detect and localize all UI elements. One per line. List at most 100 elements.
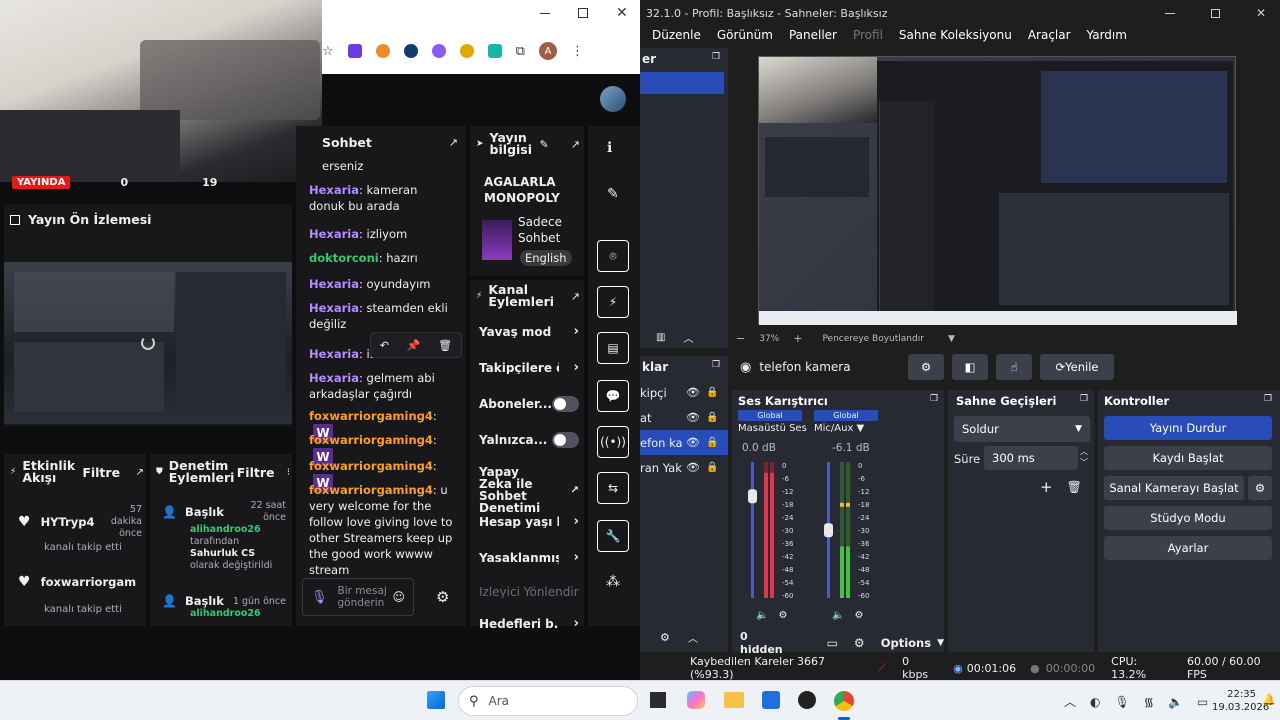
volume-meter[interactable]: 0 -6 -12 -18 -24 -30 -36 -42 -48 -54 -60 xyxy=(808,460,884,610)
store-icon[interactable] xyxy=(762,691,780,709)
obs-menu-item[interactable]: Düzenle xyxy=(652,28,701,42)
ad-button[interactable]: ⚡ xyxy=(597,286,629,318)
broadcast-button[interactable]: ((•)) xyxy=(597,426,629,458)
puzzle-icon[interactable]: ⧉ xyxy=(516,44,525,59)
zoom-out-icon[interactable]: − xyxy=(736,332,745,345)
source-filters-button[interactable]: ◧ xyxy=(952,354,988,380)
extension-icon-5[interactable] xyxy=(459,44,474,58)
tray-chevron-icon[interactable]: ︿ xyxy=(1064,693,1076,710)
start-recording-button[interactable]: Kaydı Başlat xyxy=(1104,446,1272,470)
chevron-down-icon[interactable]: ▼ xyxy=(937,638,944,648)
popout-icon[interactable]: ↗ xyxy=(571,138,580,151)
wifi-icon[interactable]: ᯾ xyxy=(1144,693,1154,710)
channel-action-item[interactable]: Takipçilere öz › xyxy=(479,360,579,375)
window-fit-select[interactable]: Pencereye Boyutlandır xyxy=(822,334,923,344)
popout-icon[interactable]: ↗ xyxy=(449,136,458,149)
channel-name[interactable]: Mic/Aux ▼ xyxy=(814,423,884,434)
speaker-icon[interactable]: 🔈 xyxy=(832,610,844,621)
task-view-icon[interactable] xyxy=(650,692,666,708)
virtual-camera-settings-button[interactable]: ⚙ xyxy=(1248,476,1272,500)
source-item[interactable]: at 👁 🔒 xyxy=(640,405,728,430)
stepper-arrows-icon[interactable]: ︿ ﹀ xyxy=(1080,446,1088,468)
activity-user[interactable]: HYTryp4 xyxy=(41,515,95,529)
maximize-icon[interactable] xyxy=(1210,8,1220,18)
battery-icon[interactable]: ▭ xyxy=(1197,695,1208,709)
star-icon[interactable]: ☆ xyxy=(322,44,334,59)
pencil-icon[interactable]: ✎ xyxy=(540,138,549,151)
moderation-user[interactable]: alihandroo26 xyxy=(190,524,286,536)
refresh-button[interactable]: ⟳ Yenile xyxy=(1040,354,1114,380)
more-actions-icon[interactable]: ⁂ xyxy=(606,574,620,590)
zoom-in-icon[interactable]: + xyxy=(793,332,802,345)
channel-action-item[interactable]: Yapay Zeka ile Sohbet Denetimi ↗ xyxy=(479,466,579,514)
volume-icon[interactable]: 🔈 xyxy=(1168,695,1183,709)
dock-float-icon[interactable]: ❐ xyxy=(930,394,938,404)
taskbar-clock[interactable]: 22:35 19.03.2026 xyxy=(1212,688,1269,714)
close-icon[interactable]: ✕ xyxy=(616,6,628,20)
extension-icon-6[interactable] xyxy=(487,44,502,58)
extension-icon-1[interactable] xyxy=(347,44,362,58)
trash-icon[interactable]: 🗑 xyxy=(438,339,452,352)
clip-button[interactable]: ⌾ xyxy=(597,240,629,272)
stop-stream-button[interactable]: Yayını Durdur xyxy=(1104,416,1272,440)
emoji-icon[interactable]: ☺ xyxy=(392,590,405,604)
file-explorer-icon[interactable] xyxy=(724,692,744,708)
chat-username[interactable]: Hexaria xyxy=(309,183,359,197)
user-avatar[interactable] xyxy=(600,86,626,112)
settings-button[interactable]: Ayarlar xyxy=(1104,536,1272,560)
obs-menu-item[interactable]: Araçlar xyxy=(1028,28,1071,42)
maximize-icon[interactable] xyxy=(578,8,588,18)
metamask-icon[interactable] xyxy=(375,44,390,58)
duration-stepper[interactable]: 300 ms xyxy=(984,446,1078,470)
studio-mode-button[interactable]: Stüdyo Modu xyxy=(1104,506,1272,530)
obs-preview[interactable] xyxy=(734,48,1280,330)
moderation-user[interactable]: alihandroo26 xyxy=(190,608,286,619)
channel-action-item[interactable]: Hedefleri b... › xyxy=(479,616,579,631)
channel-settings-icon[interactable]: ⚙ xyxy=(778,610,787,621)
source-item[interactable]: ran Yak 👁 🔒 xyxy=(640,455,728,480)
channel-action-item[interactable]: Yalnızca... xyxy=(479,432,579,448)
mixer-options-button[interactable]: Options xyxy=(881,636,931,650)
microphone-icon[interactable]: 🎙 xyxy=(1115,695,1130,709)
obs-menu-item[interactable]: Paneller xyxy=(789,28,837,42)
transition-select[interactable]: Soldur ▼ xyxy=(954,416,1090,442)
obs-app-icon[interactable] xyxy=(798,691,816,709)
profile-avatar[interactable]: A xyxy=(538,42,557,60)
eye-icon[interactable]: 👁 xyxy=(686,436,700,449)
lock-icon[interactable]: 🔒 xyxy=(706,412,718,423)
speaker-icon[interactable]: 🔈 xyxy=(756,610,768,621)
activity-user[interactable]: foxwarriorgamir xyxy=(41,575,137,589)
category-name[interactable]: Sadece Sohbet xyxy=(518,214,578,246)
chevron-up-icon[interactable]: ︿ xyxy=(688,630,698,645)
scene-item-selected[interactable] xyxy=(640,72,724,94)
dock-float-icon[interactable]: ❐ xyxy=(1264,394,1272,404)
start-virtual-camera-button[interactable]: Sanal Kamerayı Başlat xyxy=(1104,476,1244,500)
preview-video[interactable] xyxy=(4,262,292,424)
chat-username[interactable]: foxwarriorgaming4 xyxy=(309,409,433,423)
tray-app-icon[interactable]: ◐ xyxy=(1090,695,1100,709)
chrome-app-icon[interactable] xyxy=(834,691,854,711)
channel-action-item[interactable]: İzleyici Yönlendir xyxy=(479,586,579,598)
popout-icon[interactable]: ↗ xyxy=(136,467,144,478)
channel-settings-icon[interactable]: ⚙ xyxy=(854,610,863,621)
source-item[interactable]: efon ka 👁 🔒 xyxy=(640,430,728,455)
eye-icon[interactable]: 👁 xyxy=(686,411,700,424)
language-tag[interactable]: English xyxy=(520,250,572,266)
pin-icon[interactable]: 📌 xyxy=(407,339,421,352)
source-properties-button[interactable]: ⚙ xyxy=(908,354,944,380)
copilot-icon[interactable] xyxy=(687,691,705,709)
chat-username[interactable]: Hexaria xyxy=(309,347,359,361)
chevron-down-icon[interactable]: ▼ xyxy=(948,334,955,344)
add-icon[interactable]: + xyxy=(1040,478,1053,496)
obs-menu-item[interactable]: Sahne Koleksiyonu xyxy=(899,28,1012,42)
gear-icon[interactable]: ⚙ xyxy=(854,636,865,650)
chat-settings-button[interactable]: 💬 xyxy=(597,380,629,412)
mixer-layout-icon[interactable]: ▭ xyxy=(827,636,838,650)
dock-float-icon[interactable]: ❐ xyxy=(712,360,720,370)
chat-input[interactable]: 🎙 Bir mesaj gönderin ☺ xyxy=(302,578,414,616)
chat-username[interactable]: doktorconi xyxy=(309,251,379,265)
notification-icon[interactable]: 🔔 xyxy=(1262,693,1276,706)
notes-button[interactable]: ▤ xyxy=(597,332,629,364)
chat-username[interactable]: Hexaria xyxy=(309,277,359,291)
channel-action-item[interactable]: Hesap yaşı kı: › xyxy=(479,514,579,529)
